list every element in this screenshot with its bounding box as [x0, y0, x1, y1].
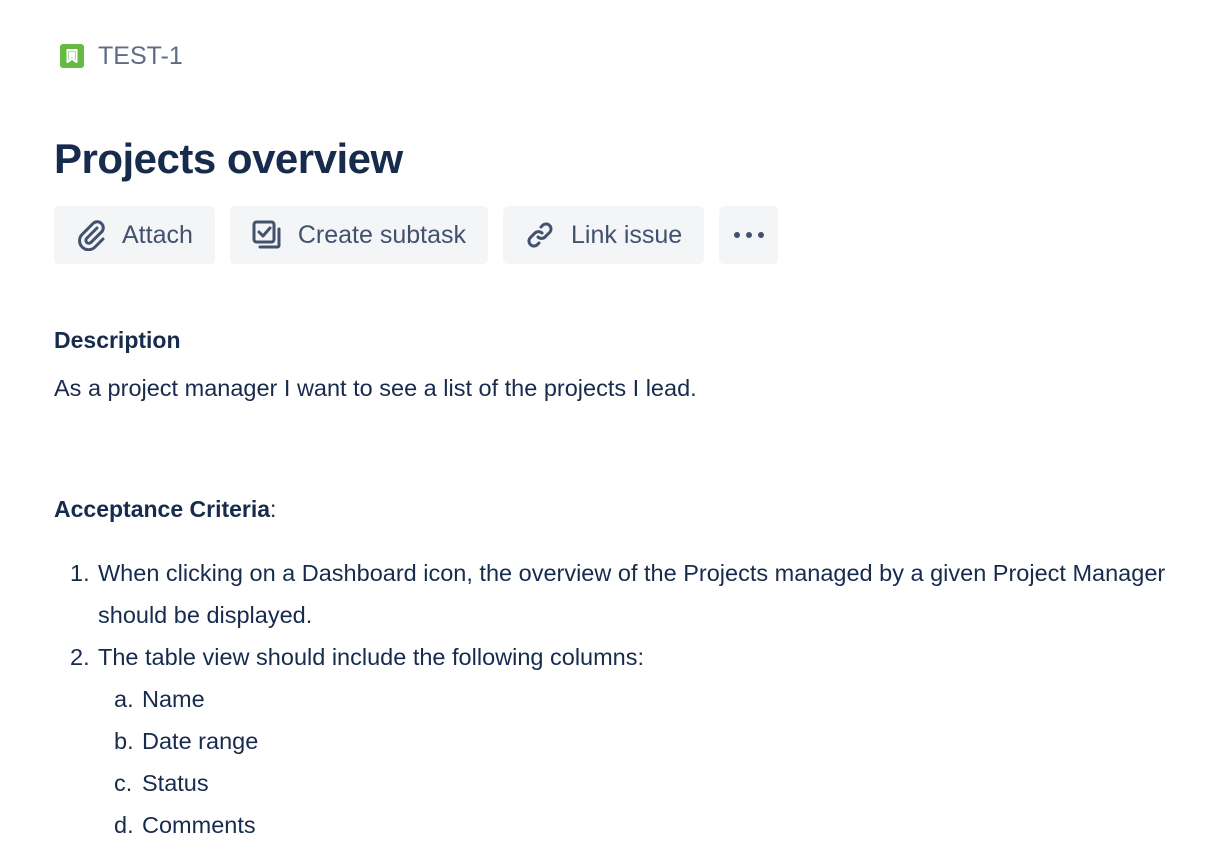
attach-button[interactable]: Attach [54, 206, 215, 264]
page-title[interactable]: Projects overview [54, 131, 403, 187]
sublist-item-letter: b. [114, 728, 134, 754]
sublist-item-letter: d. [114, 812, 134, 838]
issue-breadcrumb: TEST-1 [60, 42, 183, 70]
issue-key-link[interactable]: TEST-1 [98, 42, 183, 70]
list-item-number: 1. [70, 560, 90, 586]
create-subtask-button[interactable]: Create subtask [229, 206, 489, 264]
acceptance-criteria-list: 1. When clicking on a Dashboard icon, th… [54, 552, 1204, 846]
more-actions-button[interactable] [719, 206, 779, 264]
sublist-item-text: Name [142, 686, 205, 712]
list-item-text: The table view should include the follow… [98, 644, 645, 670]
description-heading: Description [54, 327, 181, 353]
sublist-item-letter: c. [114, 770, 133, 796]
description-text[interactable]: As a project manager I want to see a lis… [54, 373, 697, 403]
link-icon [523, 218, 557, 252]
list-item: 1. When clicking on a Dashboard icon, th… [54, 552, 1204, 636]
sublist-item-text: Status [142, 770, 209, 796]
acceptance-criteria-title: Acceptance Criteria [54, 496, 271, 522]
sublist-item: a. Name [98, 678, 1204, 720]
acceptance-criteria-heading: Acceptance Criteria: [54, 494, 276, 524]
sublist-item-text: Comments [142, 812, 256, 838]
sublist-item-letter: a. [114, 686, 134, 712]
story-bookmark-icon [60, 44, 84, 68]
subtask-icon [250, 218, 284, 252]
sublist-item: c. Status [98, 762, 1204, 804]
sublist-item: d. Comments [98, 804, 1204, 846]
list-item: 2. The table view should include the fol… [54, 636, 1204, 846]
list-item-number: 2. [70, 644, 90, 670]
sublist-item-text: Date range [142, 728, 259, 754]
issue-toolbar: Attach Create subtask Link issue [54, 206, 779, 264]
acceptance-criteria-colon: : [270, 496, 277, 522]
link-issue-button-label: Link issue [571, 221, 683, 249]
attach-button-label: Attach [122, 221, 193, 249]
list-item-text: When clicking on a Dashboard icon, the o… [98, 560, 1166, 628]
columns-sublist: a. Name b. Date range c. Status d. Comme… [98, 678, 1204, 846]
sublist-item: b. Date range [98, 720, 1204, 762]
create-subtask-button-label: Create subtask [297, 221, 467, 249]
link-issue-button[interactable]: Link issue [503, 206, 705, 264]
paperclip-icon [74, 218, 108, 252]
more-icon [732, 218, 766, 252]
